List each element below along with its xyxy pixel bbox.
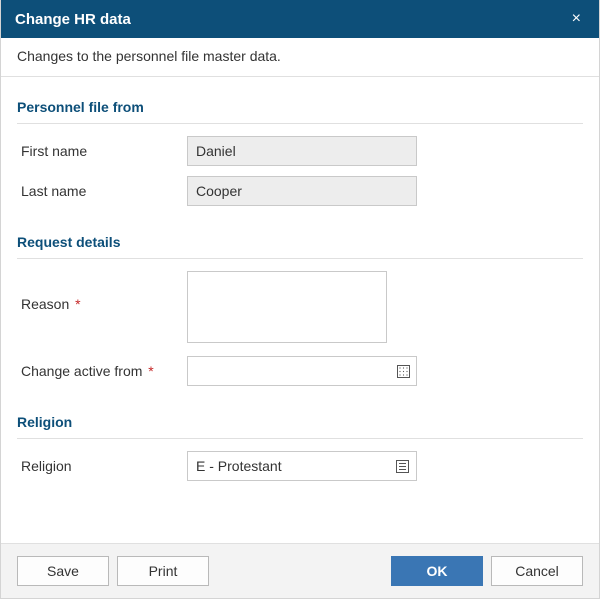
label-religion: Religion xyxy=(17,458,187,474)
label-last-name: Last name xyxy=(17,183,187,199)
row-last-name: Last name xyxy=(17,176,583,206)
dialog-footer: Save Print OK Cancel xyxy=(1,543,599,598)
dialog-title: Change HR data xyxy=(15,11,131,28)
close-icon[interactable]: × xyxy=(568,7,585,31)
section-title-request: Request details xyxy=(17,216,583,259)
required-marker: * xyxy=(144,363,153,379)
cancel-button[interactable]: Cancel xyxy=(491,556,583,586)
religion-select[interactable]: E - Protestant xyxy=(187,451,417,481)
label-change-active-from: Change active from * xyxy=(17,363,187,379)
row-first-name: First name xyxy=(17,136,583,166)
save-button[interactable]: Save xyxy=(17,556,109,586)
dialog-change-hr-data: Change HR data × Changes to the personne… xyxy=(0,0,600,599)
dialog-subtitle: Changes to the personnel file master dat… xyxy=(1,38,599,77)
dialog-body: Personnel file from First name Last name… xyxy=(1,77,599,543)
section-title-personnel: Personnel file from xyxy=(17,81,583,124)
row-change-active-from: Change active from * xyxy=(17,356,583,386)
reason-textarea[interactable] xyxy=(187,271,387,343)
ok-button[interactable]: OK xyxy=(391,556,483,586)
section-title-religion: Religion xyxy=(17,396,583,439)
religion-value: E - Protestant xyxy=(196,458,282,474)
last-name-field xyxy=(187,176,417,206)
row-religion: Religion E - Protestant xyxy=(17,451,583,481)
change-active-from-input[interactable] xyxy=(187,356,417,386)
date-picker-icon[interactable] xyxy=(395,363,411,379)
print-button[interactable]: Print xyxy=(117,556,209,586)
titlebar: Change HR data × xyxy=(1,0,599,38)
first-name-field xyxy=(187,136,417,166)
label-change-from-text: Change active from xyxy=(21,363,142,379)
label-reason-text: Reason xyxy=(21,296,69,312)
label-first-name: First name xyxy=(17,143,187,159)
row-reason: Reason * xyxy=(17,271,583,346)
label-reason: Reason * xyxy=(17,271,187,312)
required-marker: * xyxy=(71,296,80,312)
list-picker-icon[interactable] xyxy=(394,458,410,474)
